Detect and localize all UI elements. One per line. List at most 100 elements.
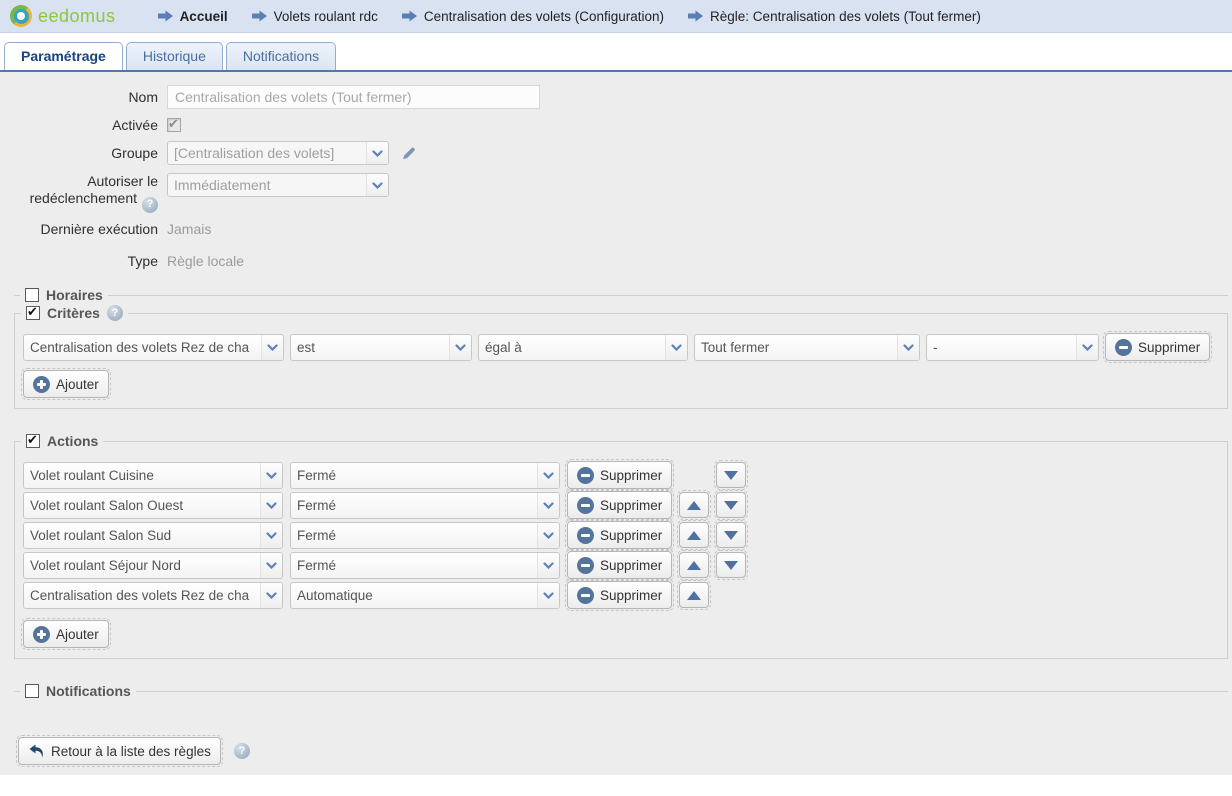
action-value-select[interactable]: Fermé [290,462,560,489]
nom-label: Nom [0,89,167,105]
activee-checkbox[interactable] [167,118,181,132]
move-up-button[interactable] [679,522,709,548]
chevron-down-icon [665,335,687,360]
arrow-up-icon [687,591,701,600]
chevron-down-icon [366,142,388,164]
criteria-value-select[interactable]: Tout fermer [694,334,920,361]
move-up-button[interactable] [679,582,709,608]
breadcrumb-volets-roulant-rdc[interactable]: Volets roulant rdc [252,9,378,24]
action-value-select[interactable]: Fermé [290,552,560,579]
undo-arrow-icon [28,744,45,759]
section-horaires: Horaires [14,287,1228,305]
chevron-down-icon [260,553,282,578]
chevron-down-icon [537,493,559,518]
logo-text: eedomus [38,6,116,27]
minus-icon [577,527,594,544]
action-device-select[interactable]: Volet roulant Salon Ouest [23,492,283,519]
action-row: Centralisation des volets Rez de cha Aut… [23,581,1219,609]
action-row: Volet roulant Salon Sud Fermé Supprimer [23,521,1219,549]
move-up-button[interactable] [679,552,709,578]
minus-icon [1115,339,1132,356]
ajouter-critere-button[interactable]: Ajouter [23,370,109,398]
supprimer-button[interactable]: Supprimer [567,491,672,519]
tab-historique[interactable]: Historique [126,42,223,70]
move-up-button[interactable] [679,492,709,518]
horaires-title: Horaires [46,287,103,303]
supprimer-button[interactable]: Supprimer [567,521,672,549]
nom-input[interactable] [167,85,540,109]
activee-label: Activée [0,117,167,133]
help-icon[interactable] [142,197,158,213]
type-value: Règle locale [167,253,244,269]
redeclenchement-select[interactable]: Immédiatement [167,173,389,197]
arrow-up-icon [687,501,701,510]
plus-icon [33,376,50,393]
move-down-button[interactable] [716,462,746,488]
chevron-down-icon [260,523,282,548]
chevron-down-icon [537,583,559,608]
eedomus-logo[interactable]: eedomus [10,5,116,27]
breadcrumb-accueil[interactable]: Accueil [158,9,228,24]
chevron-down-icon [897,335,919,360]
criteria-extra-select[interactable]: - [926,334,1099,361]
action-device-select[interactable]: Volet roulant Cuisine [23,462,283,489]
supprimer-button[interactable]: Supprimer [567,551,672,579]
actions-title: Actions [47,433,98,449]
breadcrumb-regle[interactable]: Règle: Centralisation des volets (Tout f… [688,9,981,24]
ajouter-action-button[interactable]: Ajouter [23,620,109,648]
top-bar: eedomus Accueil Volets roulant rdc Centr… [0,0,1232,33]
section-criteres: Critères Centralisation des volets Rez d… [14,305,1228,409]
arrow-right-icon [158,10,173,22]
chevron-down-icon [260,493,282,518]
chevron-down-icon [537,553,559,578]
action-value-select[interactable]: Fermé [290,492,560,519]
tab-parametrage[interactable]: Paramétrage [4,42,123,70]
criteria-operator-select[interactable]: est [290,334,472,361]
type-label: Type [0,253,167,269]
derniere-execution-value: Jamais [167,221,211,237]
chevron-down-icon [537,523,559,548]
arrow-right-icon [688,10,703,22]
chevron-down-icon [260,463,282,488]
arrow-up-icon [687,531,701,540]
minus-icon [577,557,594,574]
tab-notifications[interactable]: Notifications [226,42,336,70]
notifications-checkbox[interactable] [25,684,39,698]
criteres-checkbox[interactable] [26,306,40,320]
actions-checkbox[interactable] [26,434,40,448]
action-device-select[interactable]: Volet roulant Salon Sud [23,522,283,549]
horaires-checkbox[interactable] [25,288,39,302]
supprimer-button[interactable]: Supprimer [1105,333,1210,361]
parametrage-panel: Nom Activée Groupe [Centralisation des v… [0,72,1232,775]
retour-liste-regles-button[interactable]: Retour à la liste des règles [18,737,221,765]
move-down-button[interactable] [716,522,746,548]
redeclenchement-label: Autoriser le redéclenchement [0,173,167,207]
derniere-execution-label: Dernière exécution [0,221,167,237]
help-icon[interactable] [234,743,250,759]
minus-icon [577,467,594,484]
action-device-select[interactable]: Volet roulant Séjour Nord [23,552,283,579]
breadcrumb-centralisation-config[interactable]: Centralisation des volets (Configuration… [402,9,664,24]
edit-pencil-icon[interactable] [400,145,417,162]
section-notifications: Notifications [14,683,1228,701]
help-icon[interactable] [107,305,123,321]
action-row: Volet roulant Cuisine Fermé Supprimer [23,461,1219,489]
arrow-down-icon [724,501,738,510]
section-actions: Actions Volet roulant Cuisine Fermé Supp… [14,433,1228,659]
breadcrumb: Accueil Volets roulant rdc Centralisatio… [158,9,1005,24]
action-value-select[interactable]: Automatique [290,582,560,609]
arrow-right-icon [252,10,267,22]
criteria-comparator-select[interactable]: égal à [478,334,688,361]
action-value-select[interactable]: Fermé [290,522,560,549]
chevron-down-icon [537,463,559,488]
minus-icon [577,497,594,514]
groupe-select[interactable]: [Centralisation des volets] [167,141,389,165]
criteria-device-select[interactable]: Centralisation des volets Rez de cha [23,334,284,361]
move-down-button[interactable] [716,552,746,578]
plus-icon [33,626,50,643]
move-down-button[interactable] [716,492,746,518]
supprimer-button[interactable]: Supprimer [567,581,672,609]
action-device-select[interactable]: Centralisation des volets Rez de cha [23,582,283,609]
supprimer-button[interactable]: Supprimer [567,461,672,489]
eedomus-logo-icon [10,5,32,27]
